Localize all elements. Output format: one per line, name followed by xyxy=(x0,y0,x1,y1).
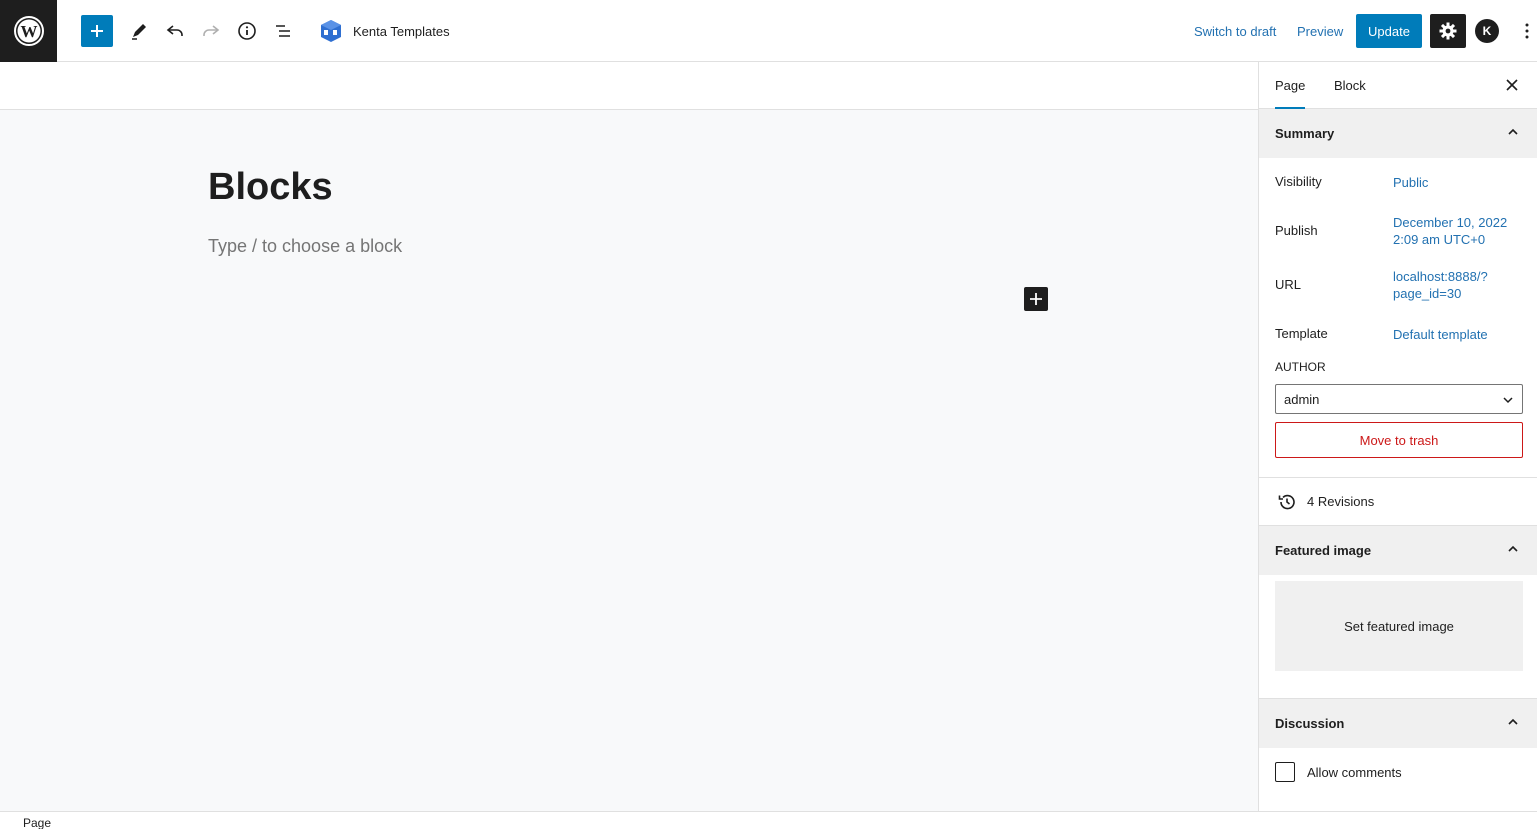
more-vertical-icon xyxy=(1525,23,1529,39)
gear-icon xyxy=(1439,22,1457,40)
list-view-button[interactable] xyxy=(267,15,299,47)
discussion-panel: Allow comments xyxy=(1259,748,1537,808)
url-line-2: page_id=30 xyxy=(1393,286,1462,301)
revisions-button[interactable]: 4 Revisions xyxy=(1259,478,1537,526)
author-select[interactable]: admin xyxy=(1275,384,1523,414)
url-line-1: localhost:8888/? xyxy=(1393,269,1488,284)
visibility-value[interactable]: Public xyxy=(1393,174,1428,191)
list-view-icon xyxy=(276,25,290,37)
chevron-up-icon xyxy=(1508,545,1518,552)
chevron-up-icon xyxy=(1508,128,1518,135)
undo-icon xyxy=(166,25,183,36)
tab-page[interactable]: Page xyxy=(1275,62,1306,109)
page-title[interactable]: Blocks xyxy=(208,166,333,209)
kenta-templates-label: Kenta Templates xyxy=(353,23,450,39)
allow-comments-checkbox[interactable] xyxy=(1275,762,1295,782)
close-icon xyxy=(1506,79,1518,91)
publish-date: December 10, 2022 xyxy=(1393,215,1508,230)
sidebar-tabs: Page Block xyxy=(1259,62,1537,109)
plus-icon xyxy=(91,25,103,37)
redo-button[interactable] xyxy=(195,15,227,47)
summary-panel: Visibility Public Publish December 10, 2… xyxy=(1259,158,1537,478)
discussion-heading: Discussion xyxy=(1275,716,1345,731)
template-label: Template xyxy=(1275,326,1328,341)
url-button[interactable]: localhost:8888/? page_id=30 xyxy=(1393,268,1488,302)
close-sidebar-button[interactable] xyxy=(1503,76,1521,94)
set-featured-image-button[interactable]: Set featured image xyxy=(1275,581,1523,671)
visibility-label: Visibility xyxy=(1275,174,1322,189)
update-button[interactable]: Update xyxy=(1356,14,1422,48)
undo-button[interactable] xyxy=(159,15,191,47)
featured-image-panel-toggle[interactable]: Featured image xyxy=(1259,526,1537,575)
block-inserter-button[interactable] xyxy=(81,15,113,47)
switch-to-draft-link[interactable]: Switch to draft xyxy=(1194,24,1276,39)
tools-button[interactable] xyxy=(123,15,155,47)
svg-text:W: W xyxy=(20,22,37,41)
settings-sidebar: Page Block Summary Visibility Public Pub… xyxy=(1258,62,1537,811)
details-button[interactable] xyxy=(231,15,263,47)
publish-label: Publish xyxy=(1275,223,1318,238)
history-icon xyxy=(1278,494,1295,509)
plus-icon xyxy=(1030,293,1042,305)
featured-image-heading: Featured image xyxy=(1275,543,1372,558)
summary-heading: Summary xyxy=(1275,126,1335,141)
canvas-top-strip xyxy=(0,62,1258,110)
author-label: AUTHOR xyxy=(1275,360,1326,374)
discussion-panel-toggle[interactable]: Discussion xyxy=(1259,699,1537,748)
publish-date-button[interactable]: December 10, 2022 2:09 am UTC+0 xyxy=(1393,214,1507,248)
wordpress-logo-button[interactable]: W xyxy=(0,0,57,62)
tab-block[interactable]: Block xyxy=(1334,62,1366,109)
wordpress-icon: W xyxy=(13,16,44,46)
add-block-button[interactable] xyxy=(1024,287,1048,311)
allow-comments-label[interactable]: Allow comments xyxy=(1307,765,1402,780)
url-label: URL xyxy=(1275,277,1302,292)
options-button[interactable] xyxy=(1518,15,1536,47)
editor-canvas[interactable]: Blocks Type / to choose a block xyxy=(0,110,1258,811)
redo-icon xyxy=(203,25,220,36)
author-value: admin xyxy=(1284,391,1320,407)
chevron-down-icon xyxy=(1503,397,1513,404)
kenta-templates-button[interactable]: Kenta Templates xyxy=(318,18,450,44)
summary-panel-toggle[interactable]: Summary xyxy=(1259,109,1537,158)
block-breadcrumb-bar: Page xyxy=(0,811,1537,829)
template-value[interactable]: Default template xyxy=(1393,326,1488,343)
editor-header: W Kenta Templates Switch to draft Previe… xyxy=(0,0,1537,62)
kenta-avatar-button[interactable]: K xyxy=(1475,19,1499,43)
kenta-cube-icon xyxy=(321,20,341,42)
preview-link[interactable]: Preview xyxy=(1297,24,1343,39)
info-icon xyxy=(238,22,256,40)
pencil-icon xyxy=(132,24,146,40)
chevron-up-icon xyxy=(1508,718,1518,725)
revisions-label: 4 Revisions xyxy=(1307,494,1375,509)
block-placeholder[interactable]: Type / to choose a block xyxy=(208,236,402,257)
settings-button[interactable] xyxy=(1430,14,1466,48)
publish-time: 2:09 am UTC+0 xyxy=(1393,232,1486,247)
breadcrumb-page[interactable]: Page xyxy=(23,816,51,829)
move-to-trash-button[interactable]: Move to trash xyxy=(1275,422,1523,458)
featured-image-panel: Set featured image xyxy=(1259,575,1537,699)
